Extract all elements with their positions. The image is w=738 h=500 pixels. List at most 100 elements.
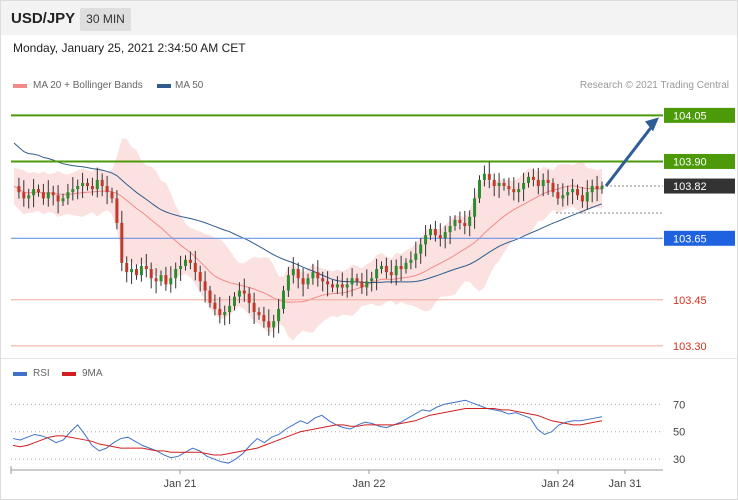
candle-body [262,315,266,322]
candle-body [424,235,428,245]
candle-body [556,192,560,199]
candle-body [512,189,516,193]
candle-body [566,192,570,196]
candle-body [482,173,486,180]
candle-body [463,222,467,226]
rsi-tick-label: 30 [673,454,685,466]
candle-body [590,186,594,193]
candle-body [404,262,408,270]
candle-body [218,308,222,316]
level-label-1: 103.90 [673,156,707,168]
candle-body [242,290,246,294]
candle-body [517,189,521,193]
candle-body [174,269,178,279]
candle-body [86,182,89,187]
candle-body [277,308,281,322]
candle-body [164,275,168,285]
candle-body [453,219,457,226]
candle-body [247,293,251,303]
rsi-tick-label: 70 [673,399,685,411]
candle-body [350,278,354,285]
candle-body [375,269,379,279]
candle-body [61,198,65,202]
candle-body [149,269,153,279]
candle-body [296,269,300,279]
candle-body [360,281,364,288]
candle-body [468,216,472,226]
candle-body [41,192,45,199]
candle-body [66,192,70,199]
candle-body [600,186,604,190]
candle-body [492,179,496,187]
candle-body [105,186,109,193]
candle-body [458,219,462,223]
candle-body [110,192,114,199]
candle-body [311,272,315,279]
candle-body [213,302,217,309]
candle-body [257,312,261,316]
candle-body [179,265,183,270]
candle-body [27,195,31,199]
candle-body [365,281,369,288]
candle-body [301,278,305,285]
candle-body [252,302,256,313]
candle-body [125,262,129,273]
candle-body [531,176,535,180]
candle-body [282,290,285,309]
candle-body [115,198,119,223]
candle-body [193,262,197,273]
candle-body [561,195,565,199]
candle-body [389,272,393,276]
candle-body [17,186,21,193]
candle-body [335,284,339,288]
candle-body [585,192,589,202]
candle-body [130,269,134,273]
candle-body [384,265,388,273]
candle-body [522,182,526,190]
candle-body [208,290,212,303]
candle-body [139,265,143,276]
candle-body [198,272,202,282]
candle-body [37,189,40,193]
projection-arrow-shaft [604,121,657,187]
candle-body [169,278,173,285]
candle-body [32,189,36,196]
candle-body [154,278,158,282]
candle-body [497,182,501,187]
candle-body [580,195,584,202]
candle-body [414,253,418,260]
x-axis-tick-label: Jan 24 [541,478,574,490]
candle-body [228,305,232,313]
candle-body [267,321,271,328]
candle-body [144,265,148,270]
bollinger-band [14,138,602,341]
candle-body [331,284,334,288]
candle-body [56,195,60,202]
candle-body [120,222,124,263]
candle-body [380,265,383,270]
candle-body [46,192,50,199]
candle-body [409,259,413,263]
chart-canvas: 104.05 103.90 103.82 103.65 103.45 103.30 70 50… [10,107,735,490]
rsi-tick-label: 50 [673,427,685,439]
candle-body [291,269,295,276]
candle-body [321,278,325,282]
candle-body [76,186,80,190]
candle-body [502,182,506,187]
candle-body [433,229,437,236]
level-label-5: 103.30 [673,341,707,353]
candle-body [345,284,349,288]
candle-body [81,182,85,187]
candle-body [487,173,491,180]
candle-body [22,192,26,199]
candle-body [135,269,138,276]
level-label-2: 103.82 [673,181,707,193]
candle-body [159,275,163,282]
candle-body [571,189,575,193]
candle-body [306,278,310,285]
candle-body [536,179,540,187]
candle-body [595,186,599,190]
candle-body [90,186,94,190]
candle-body [237,290,241,297]
candle-body [507,186,511,190]
